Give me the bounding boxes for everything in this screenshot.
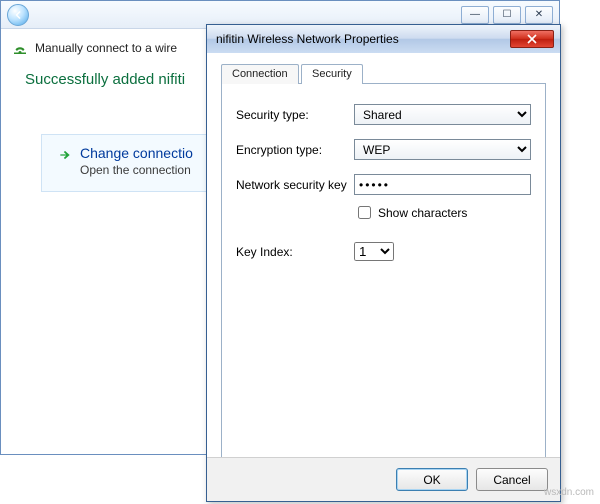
- dialog-titlebar[interactable]: nifitin Wireless Network Properties: [207, 25, 560, 53]
- network-icon: [11, 39, 29, 57]
- dialog-button-bar: OK Cancel: [207, 457, 560, 501]
- minimize-button[interactable]: —: [461, 6, 489, 24]
- encryption-type-label: Encryption type:: [236, 143, 354, 157]
- tab-strip: Connection Security Security type: Share…: [221, 63, 546, 463]
- security-type-select[interactable]: Shared: [354, 104, 531, 125]
- watermark: wsxdn.com: [544, 487, 594, 498]
- ok-button[interactable]: OK: [396, 468, 468, 491]
- key-index-label: Key Index:: [236, 245, 354, 259]
- action-title: Change connectio: [80, 145, 193, 161]
- tab-connection[interactable]: Connection: [221, 64, 299, 84]
- show-characters-label: Show characters: [378, 206, 467, 220]
- breadcrumb-text: Manually connect to a wire: [35, 41, 177, 55]
- dialog-title: nifitin Wireless Network Properties: [216, 32, 399, 46]
- cancel-button[interactable]: Cancel: [476, 468, 548, 491]
- tab-security[interactable]: Security: [301, 64, 363, 84]
- wizard-close-button[interactable]: ✕: [525, 6, 553, 24]
- network-key-label: Network security key: [236, 178, 354, 192]
- show-characters-checkbox[interactable]: [358, 206, 371, 219]
- security-tab-pane: Security type: Shared Encryption type: W…: [221, 83, 546, 463]
- back-button[interactable]: [7, 4, 29, 26]
- network-key-input[interactable]: [354, 174, 531, 195]
- close-icon: [527, 34, 537, 44]
- arrow-left-icon: [12, 9, 24, 21]
- arrow-right-icon: [58, 148, 72, 165]
- security-type-label: Security type:: [236, 108, 354, 122]
- action-subtitle: Open the connection: [80, 163, 193, 177]
- maximize-button[interactable]: ☐: [493, 6, 521, 24]
- properties-dialog: nifitin Wireless Network Properties Conn…: [206, 24, 561, 502]
- dialog-close-button[interactable]: [510, 30, 554, 48]
- key-index-select[interactable]: 1: [354, 242, 394, 261]
- encryption-type-select[interactable]: WEP: [354, 139, 531, 160]
